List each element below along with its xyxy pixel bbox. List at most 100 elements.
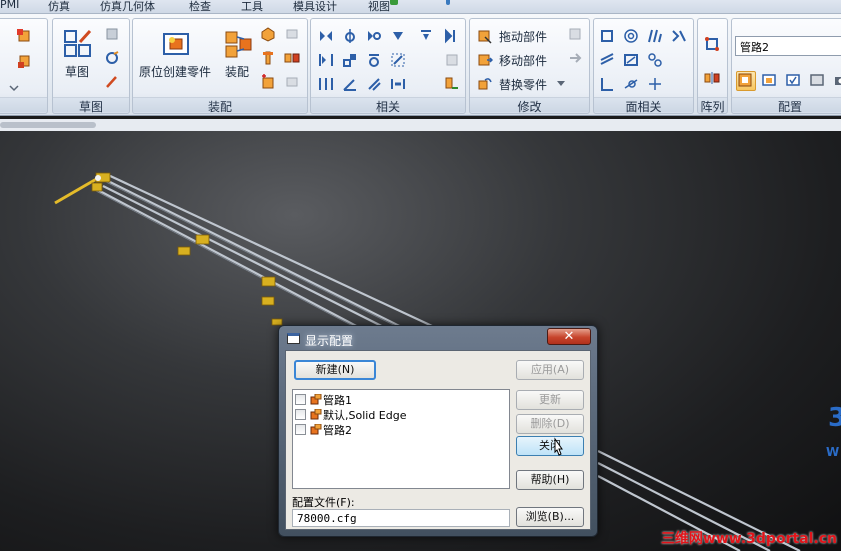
mate-icon[interactable] xyxy=(317,27,337,47)
parallel-faces-icon[interactable] xyxy=(646,27,666,47)
disabled-modify-icon-2[interactable] xyxy=(566,49,586,69)
ribbon: 草图 草图 原位创建零件 装配 装配 相关 拖动部件 移动部件 替换零件 修改 … xyxy=(0,14,841,116)
dialog-close-button[interactable]: ✕ xyxy=(547,328,591,345)
rigid-set-icon[interactable] xyxy=(622,51,642,71)
menu-tab-mold-design[interactable]: 模具设计 xyxy=(293,0,337,13)
clamp-5 xyxy=(261,276,276,287)
group-label-partial xyxy=(0,97,47,112)
ribbon-group-partial xyxy=(0,18,48,114)
display-config-button[interactable] xyxy=(736,71,756,91)
config-item-label: 管路2 xyxy=(323,424,352,437)
clamp-4 xyxy=(177,246,191,256)
menu-tab-inspect[interactable]: 检查 xyxy=(189,0,211,13)
perpendicular-icon[interactable] xyxy=(598,75,618,95)
apply-button[interactable]: 应用(A) xyxy=(516,360,584,380)
blue-marker-icon xyxy=(446,0,450,5)
pipe-end-cap xyxy=(95,175,101,181)
coplanar-icon[interactable] xyxy=(598,27,618,47)
config-list-item[interactable]: 管路2 xyxy=(295,422,495,437)
project-icon[interactable] xyxy=(103,49,123,69)
ribbon-group-assembly: 原位创建零件 装配 装配 xyxy=(132,18,308,114)
group-label-modify: 修改 xyxy=(470,97,589,114)
config-list-item[interactable]: 管路1 xyxy=(295,392,495,407)
move-component-button[interactable]: 移动部件 xyxy=(474,49,564,69)
ribbon-scrollbar[interactable] xyxy=(0,119,841,131)
slash-relation-icon[interactable] xyxy=(365,75,385,95)
gear-relation-icon[interactable] xyxy=(389,75,409,95)
pattern-part-icon[interactable] xyxy=(283,49,303,69)
group-label-configuration: 配置 xyxy=(732,97,841,114)
axial-align-icon[interactable] xyxy=(341,27,361,47)
disabled-copy-icon[interactable] xyxy=(283,73,303,93)
menu-tab-simulation-geometry[interactable]: 仿真几何体 xyxy=(100,0,155,13)
assembly-config-icon xyxy=(310,409,322,420)
config-item-label: 管路1 xyxy=(323,394,352,407)
flash-fit-icon[interactable] xyxy=(417,27,437,47)
new-part-icon[interactable] xyxy=(259,73,279,93)
mirror-component-icon[interactable] xyxy=(703,69,723,89)
insert-part-icon[interactable] xyxy=(259,25,279,45)
config-file-field[interactable] xyxy=(292,509,510,527)
component-icon[interactable] xyxy=(15,53,35,73)
connect-icon[interactable] xyxy=(341,51,361,71)
delete-button[interactable]: 删除(D) xyxy=(516,414,584,434)
disabled-part-icon[interactable] xyxy=(283,25,303,45)
fastener-icon[interactable] xyxy=(259,49,279,69)
menu-tab-pmi[interactable]: PMI xyxy=(0,0,19,11)
pen-icon[interactable] xyxy=(103,73,123,93)
sketch-button-label: 草图 xyxy=(64,65,89,79)
create-in-place-icon xyxy=(163,33,189,55)
symmetric-face-icon[interactable] xyxy=(670,27,690,47)
angle-icon[interactable] xyxy=(341,75,361,95)
drag-component-icon xyxy=(478,30,492,44)
circles-relation-icon[interactable] xyxy=(646,51,666,71)
update-button[interactable]: 更新 xyxy=(516,390,584,410)
replace-part-button[interactable]: 替换零件 xyxy=(474,73,565,93)
disabled-modify-icon-1[interactable] xyxy=(566,25,586,45)
insert-relation-icon[interactable] xyxy=(389,27,409,47)
config-file-label: 配置文件(F): xyxy=(292,496,355,509)
config-zone-icon[interactable] xyxy=(808,71,828,91)
svg-text:W: W xyxy=(826,445,839,458)
config-combo[interactable]: 管路2 xyxy=(735,36,841,56)
help-button[interactable]: 帮助(H) xyxy=(516,470,584,490)
config-checkbox[interactable] xyxy=(295,394,306,405)
config-checkbox[interactable] xyxy=(295,409,306,420)
concentric-icon[interactable] xyxy=(622,27,642,47)
ribbon-scroll-thumb[interactable] xyxy=(0,122,96,128)
config-save-icon[interactable] xyxy=(760,71,780,91)
mate-right-icon[interactable] xyxy=(443,27,463,47)
tangent-face-icon[interactable] xyxy=(622,75,642,95)
menu-tab-view[interactable]: 视图 xyxy=(368,0,390,13)
disabled-relation-icon[interactable] xyxy=(443,51,463,71)
menu-tab-simulation[interactable]: 仿真 xyxy=(48,0,70,13)
add-relation-icon[interactable] xyxy=(646,75,666,95)
drag-component-label: 拖动部件 xyxy=(499,30,548,44)
pattern-icon[interactable] xyxy=(703,35,723,55)
close-button[interactable]: 关闭 xyxy=(516,436,584,456)
offset-faces-icon[interactable] xyxy=(598,51,618,71)
path-relation-icon[interactable] xyxy=(443,75,463,95)
camera-icon[interactable] xyxy=(832,71,841,91)
center-plane-icon[interactable] xyxy=(317,75,337,95)
grid-relation-icon[interactable] xyxy=(389,51,409,71)
sketch-button[interactable]: 草图 xyxy=(57,25,97,81)
browse-button[interactable]: 浏览(B)... xyxy=(516,507,584,527)
new-config-button[interactable]: 新建(N) xyxy=(294,360,376,380)
drag-component-button[interactable]: 拖动部件 xyxy=(474,25,564,45)
planar-align-icon[interactable] xyxy=(365,27,385,47)
config-checkbox[interactable] xyxy=(295,424,306,435)
tangent-icon[interactable] xyxy=(365,51,385,71)
copy-sketch-icon[interactable] xyxy=(103,25,123,45)
assemble-button[interactable]: 装配 xyxy=(217,25,257,81)
config-apply-icon[interactable] xyxy=(784,71,804,91)
green-gear-icon xyxy=(390,0,398,5)
create-part-in-place-button[interactable]: 原位创建零件 xyxy=(135,25,215,81)
parallel-icon[interactable] xyxy=(317,51,337,71)
configuration-list[interactable]: 管路1 默认,Solid Edge 管路2 xyxy=(292,389,510,489)
display-configuration-dialog: 显示配置 ✕ 新建(N) 应用(A) 更新 删除(D) 关闭 帮助(H) 管路1… xyxy=(278,325,598,537)
dropdown-arrow-icon[interactable] xyxy=(5,79,25,99)
layer-icon[interactable] xyxy=(15,27,35,47)
config-list-item[interactable]: 默认,Solid Edge xyxy=(295,407,495,422)
menu-tab-tools[interactable]: 工具 xyxy=(241,0,263,13)
